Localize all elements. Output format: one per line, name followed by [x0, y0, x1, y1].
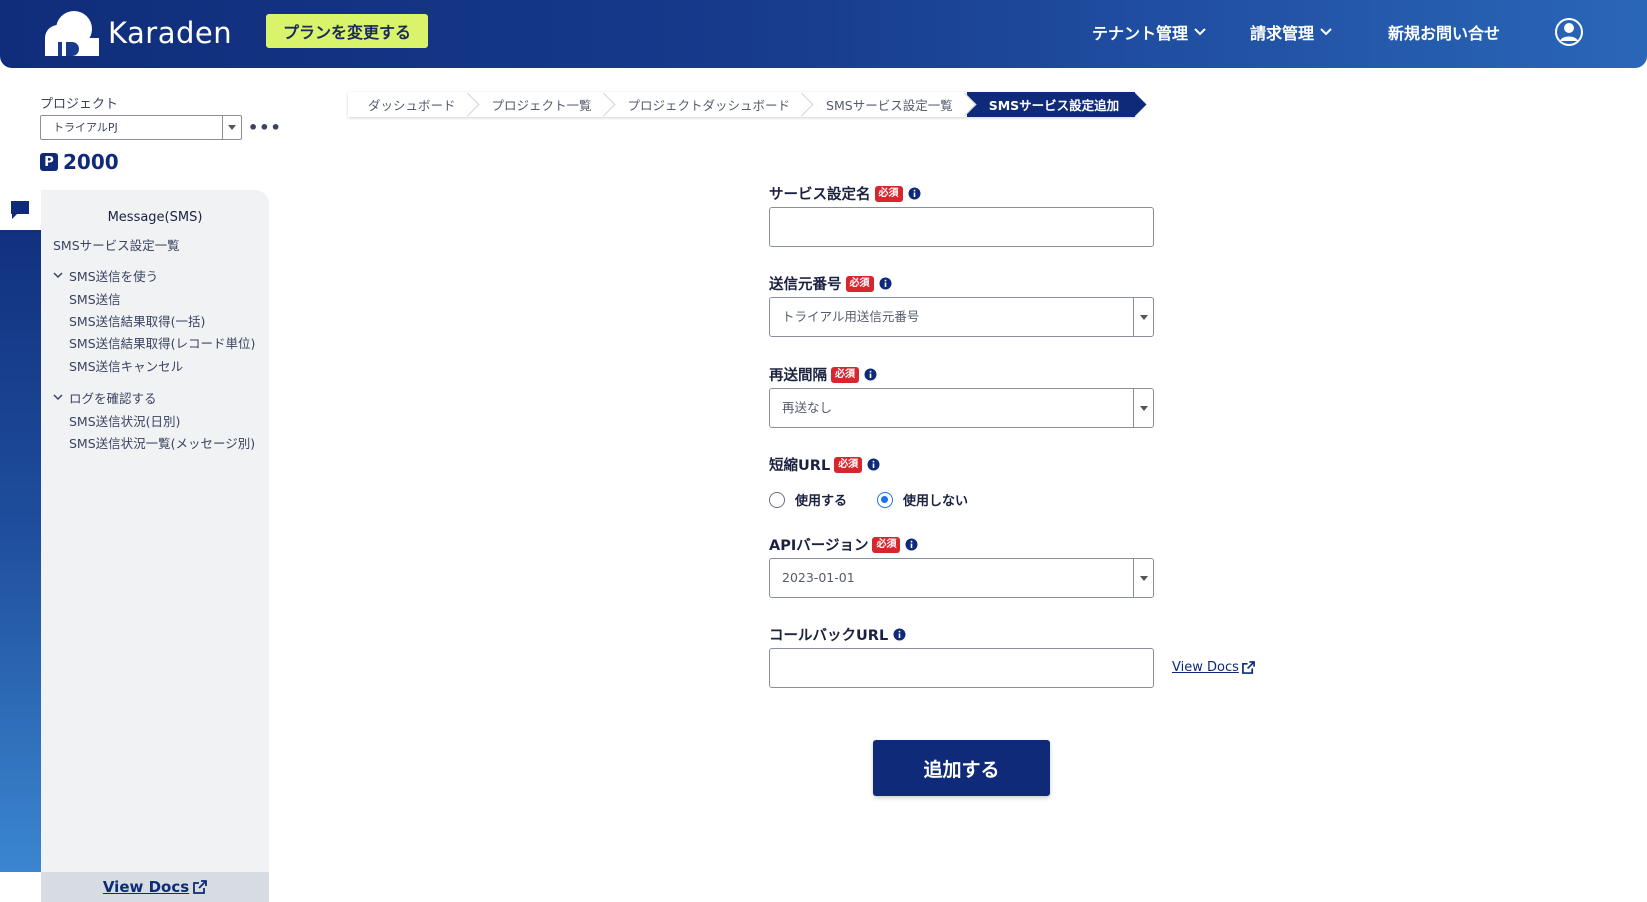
select-divider [1133, 389, 1134, 427]
add-button[interactable]: 追加する [873, 740, 1050, 796]
short-url-not-use-radio[interactable] [877, 491, 894, 508]
required-badge: 必須 [845, 275, 874, 292]
info-icon[interactable] [905, 538, 918, 551]
dropdown-arrow-icon [1140, 406, 1148, 411]
external-link-icon [1241, 661, 1255, 674]
brand-name: Karaden [108, 16, 233, 50]
chevron-down-icon [53, 272, 63, 279]
required-badge: 必須 [831, 366, 859, 383]
service-name-label: サービス設定名 必須 [769, 183, 921, 204]
view-docs-label: View Docs [1172, 660, 1239, 675]
select-value: 再送なし [782, 400, 833, 415]
user-circle-icon[interactable] [1554, 17, 1584, 47]
sender-number-select[interactable]: トライアル用送信元番号 [769, 297, 1154, 337]
breadcrumb-separator [1122, 92, 1147, 117]
dropdown-arrow-icon [228, 125, 236, 130]
app-header: Karaden プランを変更する テナント管理 請求管理 新規お問い合せ [0, 0, 1647, 68]
project-select-value: トライアルPJ [53, 121, 118, 134]
change-plan-button[interactable]: プランを変更する [266, 14, 428, 48]
chevron-down-icon [53, 394, 63, 401]
breadcrumb-label: ダッシュボード [368, 98, 456, 113]
api-version-label: APIバージョン 必須 [769, 534, 918, 555]
more-options-icon[interactable]: ••• [248, 118, 282, 137]
sidebar-item-sms-result-bulk[interactable]: SMS送信結果取得(一括) [69, 311, 205, 330]
info-icon[interactable] [893, 628, 906, 641]
sender-number-label: 送信元番号 必須 [769, 273, 892, 294]
sidebar-item-sms-service-list[interactable]: SMSサービス設定一覧 [53, 235, 180, 254]
points-display: P 2000 [40, 150, 119, 174]
sidebar-group-label: ログを確認する [69, 391, 157, 406]
callback-url-input[interactable] [769, 648, 1154, 688]
field-label: サービス設定名 [769, 187, 871, 203]
breadcrumb-sms-service-list[interactable]: SMSサービス設定一覧 [804, 92, 977, 117]
breadcrumb-dashboard[interactable]: ダッシュボード [348, 92, 480, 117]
external-link-icon [193, 880, 208, 894]
nav-label: テナント管理 [1092, 24, 1189, 43]
radio-label[interactable]: 使用する [795, 490, 847, 509]
sidebar-view-docs-link[interactable]: View Docs [41, 872, 269, 902]
info-icon[interactable] [908, 187, 921, 200]
points-icon: P [40, 153, 58, 171]
short-url-radio-group: 使用する 使用しない [769, 490, 998, 509]
brand-logo[interactable]: Karaden [42, 8, 232, 58]
field-label: APIバージョン [769, 538, 869, 554]
sidebar-title: Message(SMS) [107, 210, 203, 225]
resend-interval-select[interactable]: 再送なし [769, 388, 1154, 428]
project-select[interactable]: トライアルPJ [40, 115, 242, 140]
chevron-down-icon [1194, 28, 1206, 36]
sidebar-item-sms-status-message[interactable]: SMS送信状況一覧(メッセージ別) [69, 433, 255, 452]
nav-tenant-management[interactable]: テナント管理 [1092, 20, 1206, 44]
service-name-input[interactable] [769, 207, 1154, 247]
dropdown-arrow-icon [1140, 576, 1148, 581]
short-url-use-radio[interactable] [769, 491, 785, 508]
sidebar-group-logs[interactable]: ログを確認する [53, 388, 157, 407]
callback-view-docs-link[interactable]: View Docs [1172, 660, 1255, 675]
required-badge: 必須 [872, 536, 901, 553]
select-divider [222, 116, 223, 139]
select-divider [1133, 298, 1134, 336]
breadcrumb: ダッシュボード プロジェクト一覧 プロジェクトダッシュボード SMSサービス設定… [348, 92, 1147, 117]
breadcrumb-label: プロジェクト一覧 [491, 98, 592, 113]
select-divider [1133, 559, 1134, 597]
breadcrumb-project-list[interactable]: プロジェクト一覧 [469, 92, 616, 117]
select-value: トライアル用送信元番号 [782, 309, 920, 324]
sidebar-item-sms-result-record[interactable]: SMS送信結果取得(レコード単位) [69, 333, 255, 352]
nav-label: 新規お問い合せ [1388, 24, 1501, 43]
field-label: コールバックURL [769, 628, 889, 644]
chevron-down-icon [1320, 28, 1332, 36]
callback-url-label: コールバックURL [769, 624, 906, 645]
resend-interval-label: 再送間隔 必須 [769, 364, 877, 385]
required-badge: 必須 [874, 185, 903, 202]
breadcrumb-label: SMSサービス設定追加 [988, 98, 1120, 113]
short-url-label: 短縮URL 必須 [769, 454, 880, 475]
info-icon[interactable] [864, 368, 877, 381]
karaden-logo-icon [45, 11, 99, 56]
breadcrumb-label: SMSサービス設定一覧 [826, 98, 953, 113]
sidebar-group-sms-send[interactable]: SMS送信を使う [53, 266, 158, 285]
nav-label: 請求管理 [1250, 24, 1315, 43]
api-version-select[interactable]: 2023-01-01 [769, 558, 1154, 598]
sidebar-item-sms-status-daily[interactable]: SMS送信状況(日別) [69, 411, 180, 430]
points-value: 2000 [63, 150, 119, 174]
nav-new-inquiry[interactable]: 新規お問い合せ [1388, 20, 1500, 44]
sidebar-group-label: SMS送信を使う [69, 269, 159, 284]
field-label: 短縮URL [769, 458, 831, 474]
select-value: 2023-01-01 [782, 570, 855, 585]
info-icon[interactable] [879, 277, 892, 290]
radio-label[interactable]: 使用しない [903, 490, 968, 509]
nav-billing-management[interactable]: 請求管理 [1250, 20, 1332, 44]
field-label: 再送間隔 [769, 368, 827, 384]
dropdown-arrow-icon [1140, 315, 1148, 320]
breadcrumb-label: プロジェクトダッシュボード [627, 98, 791, 113]
view-docs-label: View Docs [102, 878, 190, 896]
sidebar-item-sms-send[interactable]: SMS送信 [69, 289, 121, 308]
sidebar-rail [0, 190, 41, 872]
sidebar-item-sms-cancel[interactable]: SMS送信キャンセル [69, 356, 183, 375]
breadcrumb-current-page: SMSサービス設定追加 [966, 92, 1147, 117]
required-badge: 必須 [834, 456, 863, 473]
info-icon[interactable] [867, 458, 880, 471]
project-label: プロジェクト [40, 97, 119, 112]
breadcrumb-project-dashboard[interactable]: プロジェクトダッシュボード [605, 92, 814, 117]
field-label: 送信元番号 [769, 277, 842, 293]
